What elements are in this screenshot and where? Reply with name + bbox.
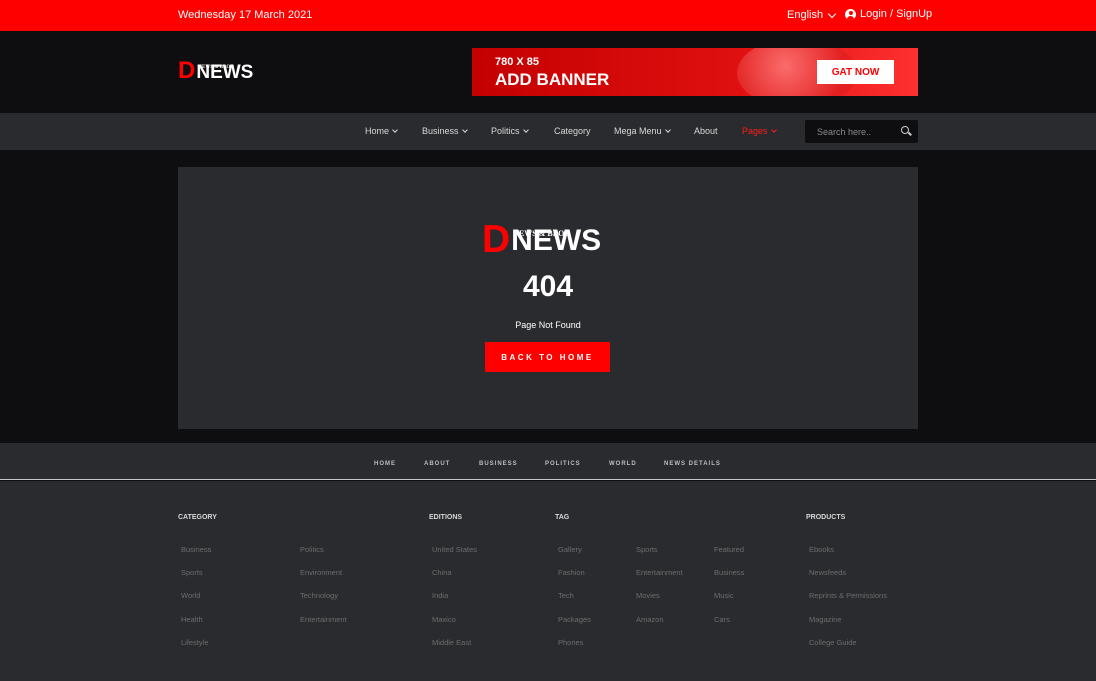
footer-link[interactable]: Magazine <box>809 615 842 624</box>
footer-link[interactable]: Cars <box>714 615 730 624</box>
chevron-down-icon <box>770 127 777 133</box>
footer-link[interactable]: Tech <box>558 591 574 600</box>
search-icon[interactable] <box>901 126 909 134</box>
logo-text: NEWS & BLOG NEWS <box>511 226 601 256</box>
nav-label: About <box>694 126 718 136</box>
nav-label: Business <box>422 126 459 136</box>
footer-heading-editions: EDITIONS <box>429 514 463 521</box>
footer-link[interactable]: Health <box>181 615 203 624</box>
footer-link[interactable]: Entertainment <box>636 568 683 577</box>
logo-letter: D <box>482 218 511 261</box>
error-panel: D NEWS & BLOG NEWS 404 Page Not Found BA… <box>178 167 918 429</box>
footer-link[interactable]: World <box>181 591 200 600</box>
site-logo[interactable]: D NEWS & BLOG NEWS <box>178 57 253 84</box>
footer-link[interactable]: Gallery <box>558 545 582 554</box>
nav-label: Pages <box>742 126 768 136</box>
error-code: 404 <box>522 270 574 303</box>
chevron-down-icon <box>664 127 671 133</box>
footer-nav-world[interactable]: WORLD <box>609 461 637 467</box>
logo-text: NEWS & BLOG NEWS <box>196 63 253 82</box>
footer-heading-tag: TAG <box>555 514 570 521</box>
login-signup-link[interactable]: Login / SignUp <box>845 8 932 20</box>
logo-letter: D <box>178 57 196 84</box>
footer-link[interactable]: China <box>432 568 452 577</box>
footer-link[interactable]: Sports <box>636 545 658 554</box>
footer-link[interactable]: Middle East <box>432 638 471 647</box>
footer-link[interactable]: Technology <box>300 591 338 600</box>
search-box <box>805 120 918 143</box>
current-date: Wednesday 17 March 2021 <box>178 9 313 21</box>
nav-label: Home <box>365 126 390 136</box>
footer-link[interactable]: Amazon <box>636 615 664 624</box>
footer-link[interactable]: Politics <box>300 545 324 554</box>
error-message: Page Not Found <box>515 320 581 330</box>
footer-nav: HOME ABOUT BUSINESS POLITICS WORLD NEWS … <box>0 443 1096 480</box>
footer-link[interactable]: Music <box>714 591 734 600</box>
chevron-down-icon <box>522 127 529 133</box>
footer-link[interactable]: Newsfeeds <box>809 568 846 577</box>
footer-link[interactable]: United States <box>432 545 477 554</box>
footer-link[interactable]: Featured <box>714 545 744 554</box>
nav-item-pages[interactable]: Pages <box>742 126 777 136</box>
chevron-down-icon <box>461 127 468 133</box>
nav-item-mega-menu[interactable]: Mega Menu <box>614 126 671 136</box>
nav-item-business[interactable]: Business <box>422 126 468 136</box>
search-input[interactable] <box>805 120 893 143</box>
footer-link[interactable]: Business <box>181 545 211 554</box>
footer-nav-home[interactable]: HOME <box>374 461 396 467</box>
footer-link[interactable]: Fashion <box>558 568 585 577</box>
chevron-down-icon <box>827 9 837 18</box>
footer-link[interactable]: Environment <box>300 568 342 577</box>
top-bar: Wednesday 17 March 2021 English Login / … <box>0 0 1096 31</box>
login-label: Login / SignUp <box>860 8 933 20</box>
banner-cta-button[interactable]: GAT NOW <box>817 60 894 84</box>
chevron-down-icon <box>392 127 398 133</box>
footer-heading-category: CATEGORY <box>178 514 217 521</box>
language-label: English <box>787 9 824 21</box>
nav-item-about[interactable]: About <box>694 126 718 136</box>
footer-link[interactable]: Packages <box>558 615 591 624</box>
footer-nav-politics[interactable]: POLITICS <box>545 461 581 467</box>
site-footer: CATEGORY Business Sports World Health Li… <box>0 481 1096 681</box>
nav-item-category[interactable]: Category <box>554 126 591 136</box>
footer-link[interactable]: Maxico <box>432 615 456 624</box>
footer-link[interactable]: Reprints & Permissions <box>809 591 887 600</box>
footer-link[interactable]: Ebooks <box>809 545 834 554</box>
footer-nav-news-details[interactable]: NEWS DETAILS <box>664 461 721 467</box>
footer-link[interactable]: Business <box>714 568 744 577</box>
footer-heading-products: PRODUCTS <box>806 514 846 521</box>
user-circle-icon <box>845 8 856 20</box>
footer-link[interactable]: Movies <box>636 591 660 600</box>
nav-item-politics[interactable]: Politics <box>491 126 529 136</box>
footer-link[interactable]: College Guide <box>809 638 857 647</box>
logo-tagline: NEWS & BLOG <box>198 65 235 70</box>
footer-link[interactable]: Lifestyle <box>181 638 209 647</box>
footer-link[interactable]: Sports <box>181 568 203 577</box>
nav-label: Politics <box>491 126 520 136</box>
back-to-home-button[interactable]: BACK TO HOME <box>485 342 610 372</box>
footer-link[interactable]: Entertainment <box>300 615 347 624</box>
nav-label: Category <box>554 126 591 136</box>
footer-link[interactable]: India <box>432 591 448 600</box>
site-header: D NEWS & BLOG NEWS 780 X 85 ADD BANNER G… <box>0 31 1096 113</box>
footer-nav-about[interactable]: ABOUT <box>424 461 450 467</box>
main-nav: Home Business Politics Category Mega Men… <box>0 113 1096 150</box>
nav-item-home[interactable]: Home <box>365 126 398 136</box>
footer-link[interactable]: Phones <box>558 638 583 647</box>
banner-title: ADD BANNER <box>495 70 610 89</box>
nav-label: Mega Menu <box>614 126 662 136</box>
language-selector[interactable]: English <box>787 9 837 21</box>
error-logo: D NEWS & BLOG NEWS <box>482 218 601 261</box>
footer-nav-business[interactable]: BUSINESS <box>479 461 518 467</box>
banner-size: 780 X 85 <box>495 56 540 68</box>
logo-tagline: NEWS & BLOG <box>513 229 571 238</box>
ad-banner[interactable]: 780 X 85 ADD BANNER GAT NOW <box>472 48 918 96</box>
